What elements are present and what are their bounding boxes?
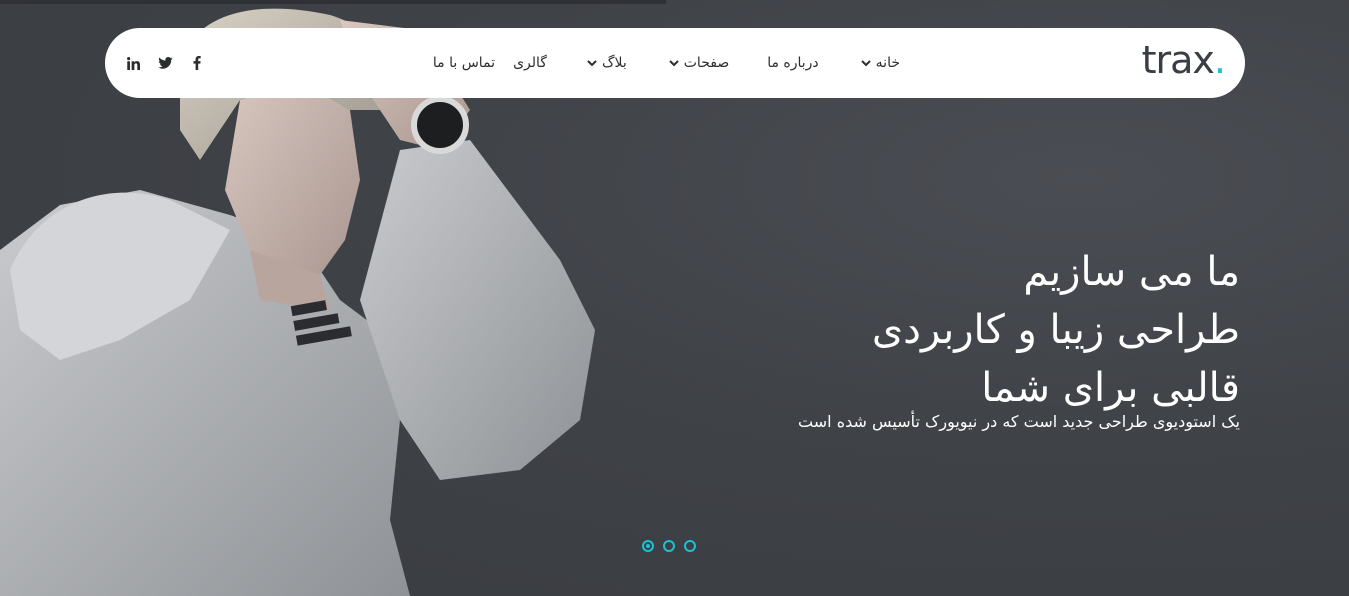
nav-item-label: گالری (513, 55, 547, 71)
slider-dot-1[interactable] (642, 540, 654, 552)
nav-item-label: تماس با ما (432, 55, 496, 71)
twitter-icon[interactable] (157, 55, 173, 71)
hero-slider: trax. خانه درباره ما صفحات بلاگ گالری تم… (0, 0, 1349, 596)
nav-item-pages[interactable]: صفحات (669, 55, 729, 71)
facebook-icon[interactable] (189, 55, 205, 71)
slider-pagination (642, 540, 696, 552)
nav-item-label: بلاگ (601, 55, 627, 71)
nav-item-label: درباره ما (767, 55, 819, 71)
nav-item-about[interactable]: درباره ما (767, 55, 818, 71)
nav-item-blog[interactable]: بلاگ (587, 55, 627, 71)
nav-item-home[interactable]: خانه (860, 55, 900, 71)
logo-dot: . (1213, 38, 1226, 82)
main-navbar: trax. خانه درباره ما صفحات بلاگ گالری تم… (105, 28, 1245, 98)
nav-item-gallery[interactable]: گالری (513, 55, 547, 71)
hero-title-line-3: قالبی برای شما (981, 365, 1240, 411)
linkedin-icon[interactable] (125, 55, 141, 71)
hero-subtitle: یک استودیوی طراحی جدید است که در نیویورک… (798, 412, 1240, 431)
nav-item-label: خانه (875, 55, 900, 71)
hero-title-line-2: طراحی زیبا و کاربردی (871, 307, 1240, 353)
chevron-down-icon (587, 60, 597, 67)
nav-item-label: صفحات (683, 55, 730, 71)
logo-text: trax (1141, 38, 1215, 82)
nav-item-contact[interactable]: تماس با ما (433, 55, 495, 71)
hero-title-line-1: ما می سازیم (1023, 249, 1240, 295)
social-links (125, 28, 205, 98)
brand-logo[interactable]: trax. (1141, 38, 1226, 82)
slider-dot-3[interactable] (684, 540, 696, 552)
nav-menu: خانه درباره ما صفحات بلاگ گالری تماس با … (433, 28, 900, 98)
hero-headline: ما می سازیم طراحی زیبا و کاربردی قالبی ب… (798, 243, 1240, 433)
chevron-down-icon (860, 60, 871, 67)
slider-dot-2[interactable] (663, 540, 675, 552)
chevron-down-icon (669, 60, 679, 67)
